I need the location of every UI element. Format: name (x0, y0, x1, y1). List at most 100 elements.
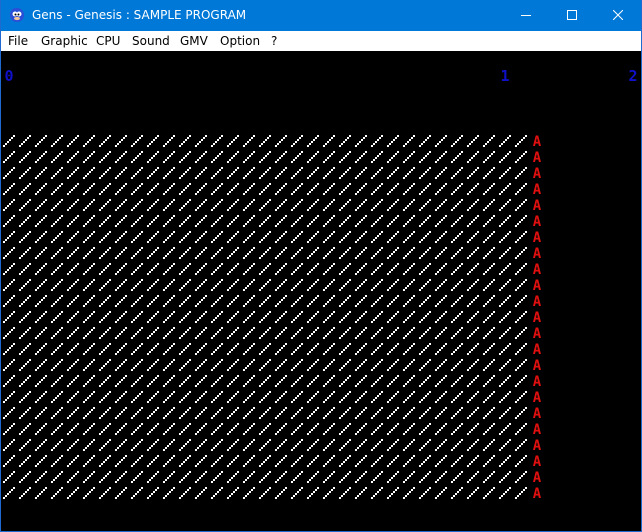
pattern-tile (51, 359, 63, 371)
pattern-tile (323, 199, 335, 211)
pattern-tile (147, 167, 159, 179)
pattern-tile (355, 167, 367, 179)
pattern-tile (195, 359, 207, 371)
pattern-tile (419, 215, 431, 227)
pattern-tile (35, 343, 47, 355)
pattern-tile (323, 295, 335, 307)
pattern-tile (467, 279, 479, 291)
pattern-tile (99, 391, 111, 403)
menu-graphic[interactable]: Graphic (41, 31, 88, 51)
menu-file[interactable]: File (8, 31, 28, 51)
pattern-tile (131, 359, 143, 371)
pattern-tile (339, 407, 351, 419)
pattern-tile (163, 247, 175, 259)
pattern-tile (99, 487, 111, 499)
pattern-tile (355, 407, 367, 419)
pattern-tile (403, 183, 415, 195)
pattern-tile (307, 231, 319, 243)
pattern-tile (435, 327, 447, 339)
pattern-tile (419, 295, 431, 307)
pattern-tile (515, 343, 527, 355)
pattern-tile (179, 471, 191, 483)
title-bar[interactable]: Gens - Genesis : SAMPLE PROGRAM (1, 0, 641, 31)
pattern-tile (355, 375, 367, 387)
pattern-tile (339, 247, 351, 259)
pattern-tile (387, 391, 399, 403)
edge-a-tile: A (533, 390, 542, 406)
pattern-tile (307, 343, 319, 355)
menu-sound[interactable]: Sound (132, 31, 170, 51)
pattern-tile (227, 471, 239, 483)
pattern-tile (83, 199, 95, 211)
pattern-tile (51, 279, 63, 291)
pattern-tile (451, 295, 463, 307)
pattern-tile (259, 391, 271, 403)
pattern-tile (99, 279, 111, 291)
pattern-tile (355, 247, 367, 259)
menu-help[interactable]: ? (271, 31, 277, 51)
edge-a-tile: A (533, 182, 542, 198)
pattern-tile (163, 183, 175, 195)
pattern-tile (435, 375, 447, 387)
pattern-tile (259, 279, 271, 291)
edge-a-tile: A (533, 486, 542, 502)
edge-a-tile: A (533, 422, 542, 438)
pattern-tile (387, 231, 399, 243)
pattern-tile (227, 455, 239, 467)
pattern-tile (195, 215, 207, 227)
pattern-tile (403, 423, 415, 435)
pattern-tile (195, 295, 207, 307)
pattern-tile (451, 135, 463, 147)
pattern-tile (227, 343, 239, 355)
pattern-tile (403, 215, 415, 227)
pattern-tile (211, 183, 223, 195)
pattern-tile (163, 455, 175, 467)
maximize-button[interactable] (549, 0, 595, 31)
pattern-tile (19, 199, 31, 211)
pattern-tile (307, 183, 319, 195)
pattern-tile (419, 343, 431, 355)
pattern-tile (515, 199, 527, 211)
pattern-tile (323, 311, 335, 323)
minimize-button[interactable] (503, 0, 549, 31)
pattern-tile (243, 455, 255, 467)
pattern-tile (339, 151, 351, 163)
pattern-tile (499, 199, 511, 211)
pattern-tile (3, 263, 15, 275)
pattern-tile (67, 455, 79, 467)
emulator-screen[interactable]: 012AAAAAAAAAAAAAAAAAAAAAAA (1, 51, 641, 531)
pattern-tile (243, 343, 255, 355)
menu-gmv[interactable]: GMV (180, 31, 208, 51)
menu-option[interactable]: Option (220, 31, 260, 51)
pattern-tile (323, 279, 335, 291)
pattern-tile (227, 167, 239, 179)
edge-a-tile: A (533, 326, 542, 342)
pattern-tile (483, 423, 495, 435)
pattern-tile (243, 407, 255, 419)
pattern-tile (323, 455, 335, 467)
pattern-tile (227, 407, 239, 419)
pattern-tile (371, 311, 383, 323)
pattern-tile (355, 135, 367, 147)
pattern-tile (227, 327, 239, 339)
pattern-tile (179, 359, 191, 371)
pattern-tile (435, 359, 447, 371)
pattern-tile (323, 407, 335, 419)
pattern-tile (323, 263, 335, 275)
pattern-tile (147, 279, 159, 291)
pattern-tile (3, 455, 15, 467)
pattern-tile (483, 407, 495, 419)
pattern-tile (259, 199, 271, 211)
pattern-tile (499, 279, 511, 291)
pattern-tile (435, 231, 447, 243)
pattern-tile (275, 231, 287, 243)
pattern-tile (51, 391, 63, 403)
pattern-tile (499, 167, 511, 179)
pattern-tile (275, 151, 287, 163)
pattern-tile (51, 311, 63, 323)
pattern-tile (179, 135, 191, 147)
pattern-tile (275, 167, 287, 179)
close-button[interactable] (595, 0, 641, 31)
menu-cpu[interactable]: CPU (96, 31, 120, 51)
pattern-tile (163, 215, 175, 227)
